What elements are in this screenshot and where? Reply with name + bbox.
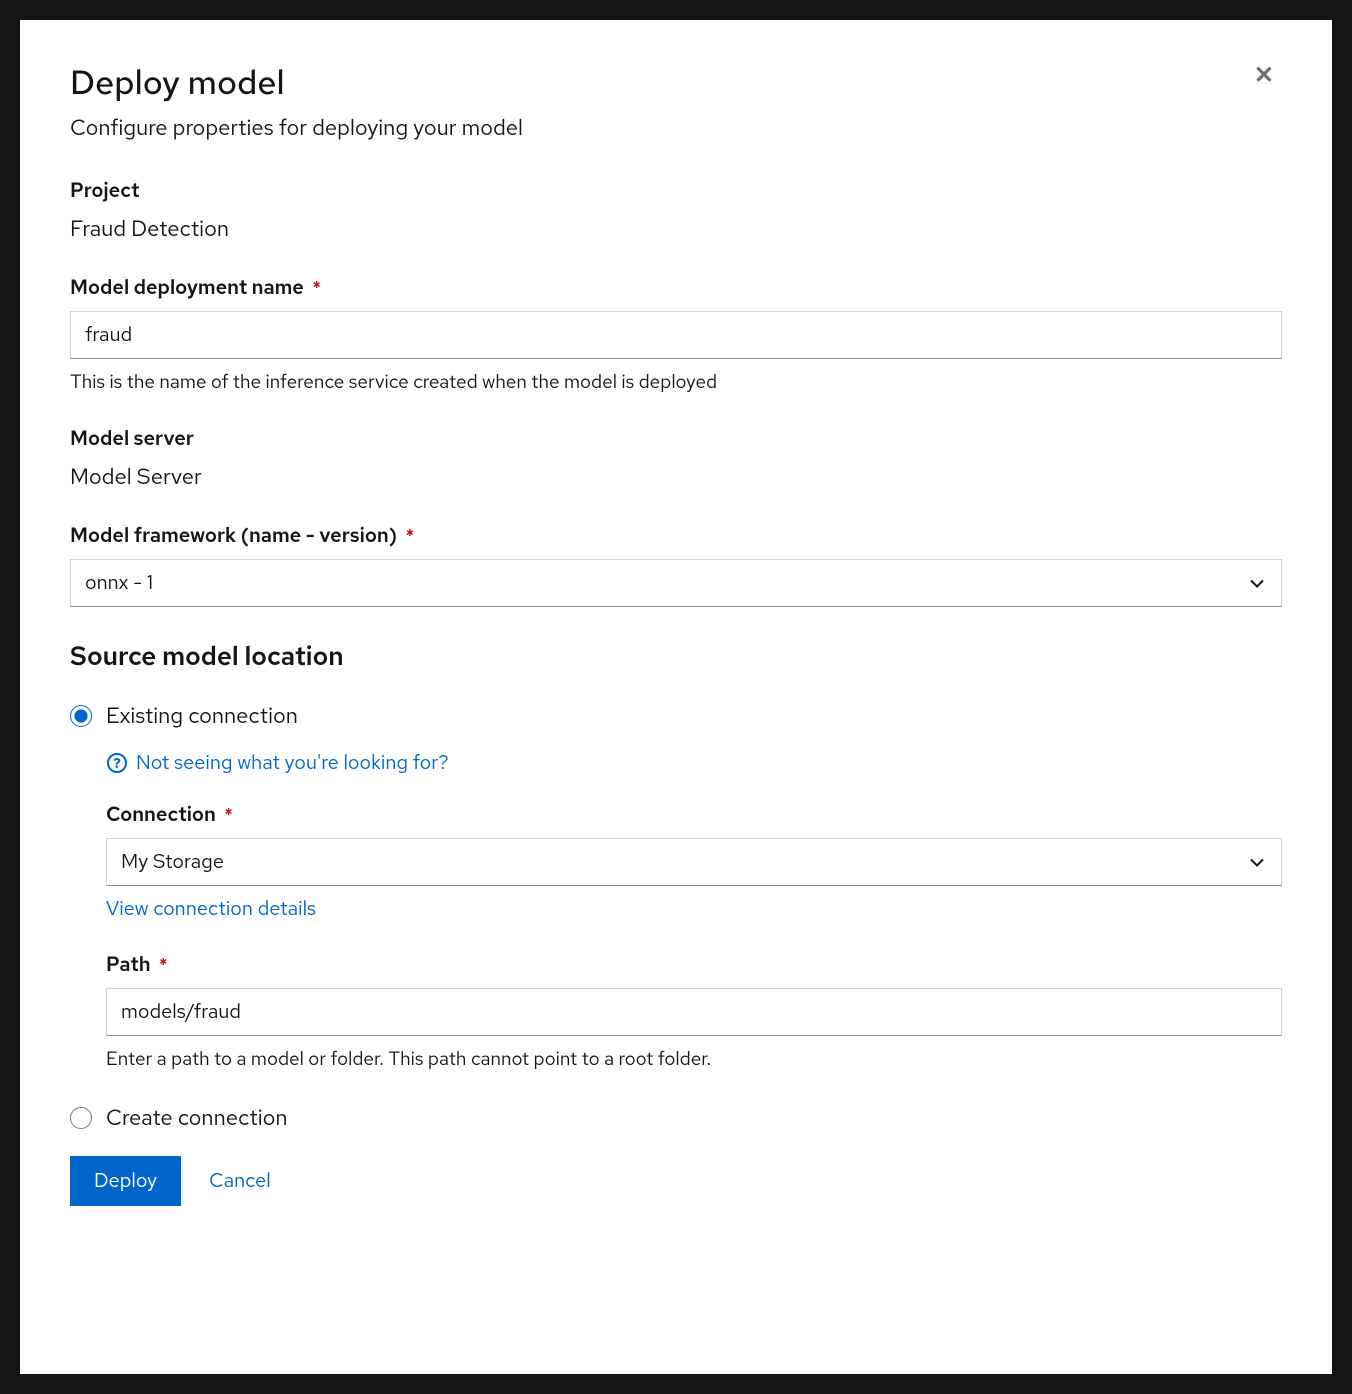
project-value: Fraud Detection bbox=[70, 214, 1282, 243]
radio-create-input[interactable] bbox=[70, 1107, 92, 1129]
required-indicator: * bbox=[312, 277, 321, 300]
framework-label: Model framework (name - version) * bbox=[70, 523, 1282, 549]
svg-text:?: ? bbox=[113, 755, 121, 773]
radio-create-connection[interactable]: Create connection bbox=[70, 1103, 1282, 1132]
required-indicator: * bbox=[224, 804, 233, 827]
framework-label-text: Model framework (name - version) bbox=[70, 523, 397, 549]
framework-select-wrapper: onnx - 1 bbox=[70, 559, 1282, 607]
connection-label: Connection * bbox=[106, 802, 1282, 828]
model-server-value: Model Server bbox=[70, 462, 1282, 491]
not-seeing-help-link[interactable]: ? Not seeing what you're looking for? bbox=[106, 750, 449, 776]
connection-select[interactable]: My Storage bbox=[106, 838, 1282, 886]
path-help: Enter a path to a model or folder. This … bbox=[106, 1046, 1282, 1071]
help-link-text: Not seeing what you're looking for? bbox=[136, 750, 449, 776]
path-input[interactable] bbox=[106, 988, 1282, 1036]
path-group: Path * Enter a path to a model or folder… bbox=[106, 952, 1282, 1071]
deployment-name-label: Model deployment name * bbox=[70, 275, 1282, 301]
model-server-label: Model server bbox=[70, 426, 1282, 452]
required-indicator: * bbox=[159, 954, 168, 977]
deploy-model-modal: Deploy model ✕ Configure properties for … bbox=[20, 20, 1332, 1374]
deployment-name-help: This is the name of the inference servic… bbox=[70, 369, 1282, 394]
modal-header: Deploy model ✕ bbox=[70, 60, 1282, 113]
project-label: Project bbox=[70, 178, 1282, 204]
framework-select[interactable]: onnx - 1 bbox=[70, 559, 1282, 607]
model-server-group: Model server Model Server bbox=[70, 426, 1282, 491]
connection-label-text: Connection bbox=[106, 802, 216, 828]
path-label: Path * bbox=[106, 952, 1282, 978]
source-location-title: Source model location bbox=[70, 639, 1282, 673]
modal-footer: Deploy Cancel bbox=[70, 1156, 1282, 1206]
close-button[interactable]: ✕ bbox=[1246, 60, 1282, 92]
question-circle-icon: ? bbox=[106, 752, 128, 774]
framework-group: Model framework (name - version) * onnx … bbox=[70, 523, 1282, 607]
required-indicator: * bbox=[406, 525, 415, 548]
connection-group: Connection * My Storage View connection … bbox=[106, 802, 1282, 922]
path-label-text: Path bbox=[106, 952, 151, 978]
deployment-name-label-text: Model deployment name bbox=[70, 275, 304, 301]
existing-connection-section: ? Not seeing what you're looking for? Co… bbox=[106, 750, 1282, 1071]
modal-title: Deploy model bbox=[70, 60, 285, 105]
deployment-name-group: Model deployment name * This is the name… bbox=[70, 275, 1282, 394]
radio-create-label[interactable]: Create connection bbox=[106, 1103, 288, 1132]
source-location-radio-group: Existing connection ? Not seeing what yo… bbox=[70, 701, 1282, 1132]
cancel-button[interactable]: Cancel bbox=[209, 1168, 271, 1194]
close-icon: ✕ bbox=[1254, 62, 1274, 89]
radio-existing-label[interactable]: Existing connection bbox=[106, 701, 298, 730]
project-group: Project Fraud Detection bbox=[70, 178, 1282, 243]
radio-existing-input[interactable] bbox=[70, 705, 92, 727]
connection-select-wrapper: My Storage bbox=[106, 838, 1282, 886]
deploy-button[interactable]: Deploy bbox=[70, 1156, 181, 1206]
radio-existing-connection[interactable]: Existing connection bbox=[70, 701, 1282, 730]
view-connection-details-link[interactable]: View connection details bbox=[106, 896, 316, 922]
modal-subtitle: Configure properties for deploying your … bbox=[70, 113, 1282, 142]
deployment-name-input[interactable] bbox=[70, 311, 1282, 359]
